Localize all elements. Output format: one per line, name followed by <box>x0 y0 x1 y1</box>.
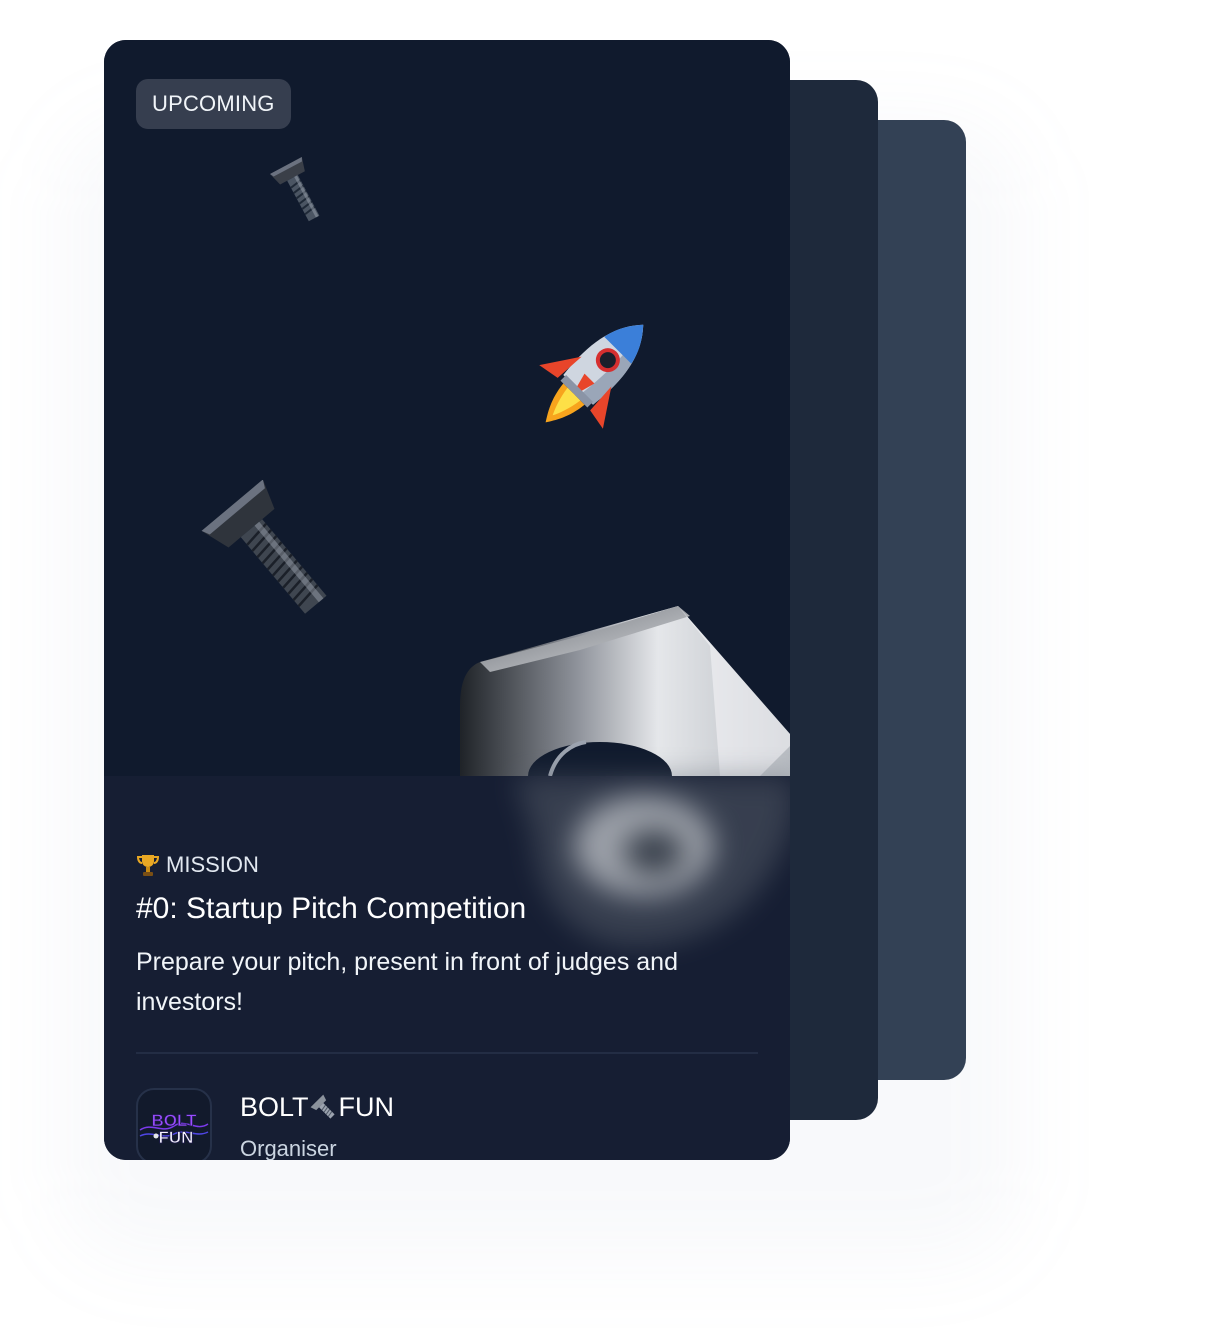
svg-text:FUN: FUN <box>159 1128 194 1147</box>
event-card-stack: UPCOMING MISSION #0: Startup Pitch Compe… <box>0 0 1222 1328</box>
event-category: MISSION <box>136 852 259 878</box>
small-bolt-icon <box>270 157 320 222</box>
organiser-avatar[interactable]: BOLT FUN <box>136 1088 212 1160</box>
divider <box>136 1052 758 1054</box>
event-description: Prepare your pitch, present in front of … <box>136 948 678 1016</box>
boltfun-logo-icon: BOLT FUN <box>139 1111 209 1147</box>
organiser-name[interactable]: BOLT FUN <box>240 1092 394 1123</box>
status-badge: UPCOMING <box>136 79 291 129</box>
organiser-name-part-1: BOLT <box>240 1092 309 1122</box>
large-bolt-icon <box>201 480 327 614</box>
category-label: MISSION <box>166 852 259 877</box>
bolt-icon <box>310 1094 335 1119</box>
nut-reflection <box>514 776 790 946</box>
event-title[interactable]: #0: Startup Pitch Competition <box>136 892 526 926</box>
organiser-name-part-2: FUN <box>338 1092 395 1122</box>
trophy-icon <box>136 855 160 876</box>
organiser-role: Organiser <box>240 1136 337 1160</box>
event-details: MISSION #0: Startup Pitch Competition Pr… <box>104 776 790 1160</box>
nut-icon <box>460 606 790 776</box>
rocket-icon <box>539 324 644 429</box>
event-cover: UPCOMING <box>104 40 790 776</box>
event-card[interactable]: UPCOMING MISSION #0: Startup Pitch Compe… <box>104 40 790 1160</box>
